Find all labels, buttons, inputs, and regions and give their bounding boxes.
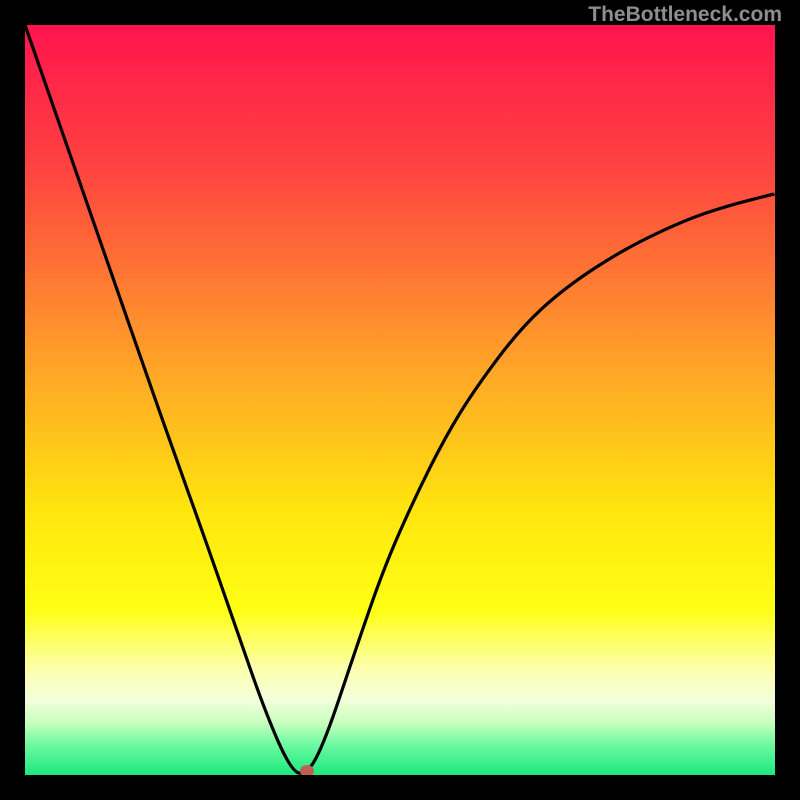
chart-container: TheBottleneck.com <box>0 0 800 800</box>
watermark-text: TheBottleneck.com <box>588 3 782 27</box>
bottleneck-curve <box>25 25 775 773</box>
minimum-marker <box>300 765 314 775</box>
curve-layer <box>25 25 775 775</box>
plot-area <box>25 25 775 775</box>
